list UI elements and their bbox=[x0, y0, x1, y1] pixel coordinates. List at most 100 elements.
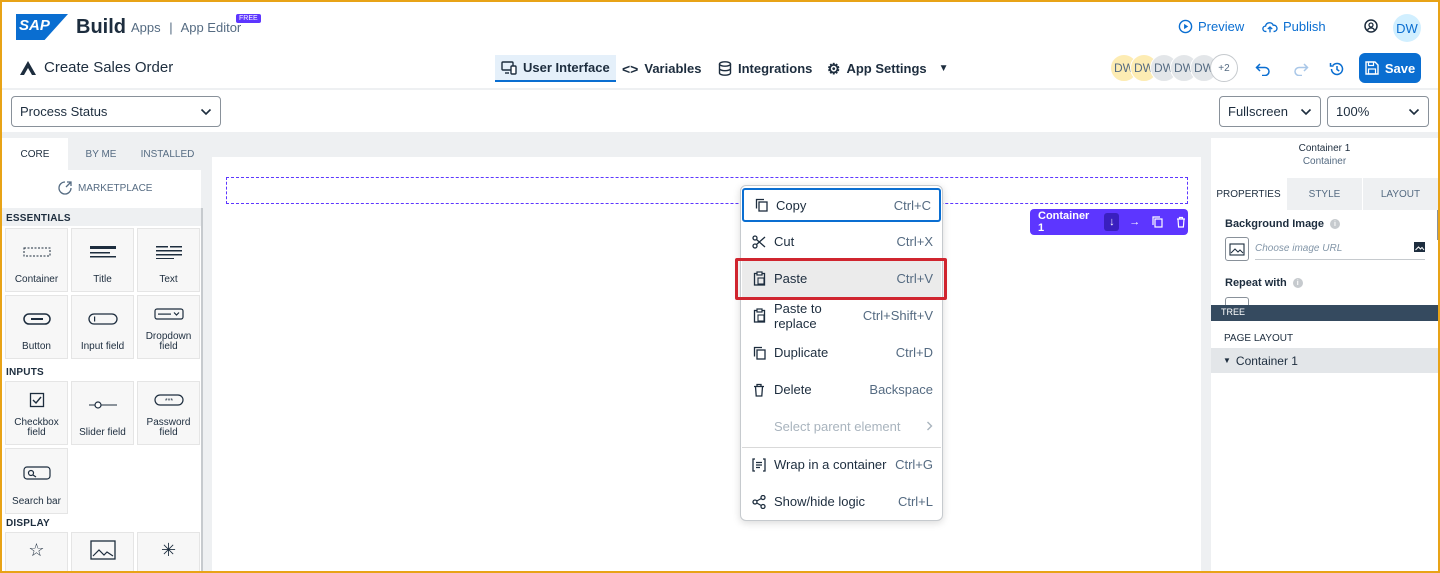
label-text: Background Image bbox=[1225, 218, 1325, 230]
duplicate-icon bbox=[750, 346, 768, 360]
tree-item-container-1[interactable]: ▼ Container 1 bbox=[1211, 348, 1438, 373]
more-collaborators-badge[interactable]: +2 bbox=[1210, 54, 1238, 82]
component-checkbox-field[interactable]: Checkbox field bbox=[5, 381, 68, 445]
label-text: Repeat with bbox=[1225, 277, 1287, 289]
menu-label: Delete bbox=[774, 382, 812, 397]
tree-item-label: Container 1 bbox=[1235, 353, 1298, 368]
component-title[interactable]: Title bbox=[71, 228, 134, 292]
component-button[interactable]: Button bbox=[5, 295, 68, 359]
component-spinner[interactable]: ✳ bbox=[137, 532, 200, 573]
tab-variables[interactable]: <> Variables bbox=[616, 55, 707, 82]
feedback-icon[interactable] bbox=[1362, 18, 1380, 39]
image-preview-icon[interactable] bbox=[1225, 237, 1249, 261]
trash-icon[interactable] bbox=[1173, 216, 1188, 228]
component-label: Password field bbox=[146, 417, 191, 438]
undo-icon[interactable] bbox=[1252, 58, 1274, 80]
menu-item-select-parent: Select parent element bbox=[742, 408, 941, 445]
info-icon[interactable]: i bbox=[1330, 219, 1341, 229]
component-dropdown-field[interactable]: Dropdown field bbox=[137, 295, 200, 359]
component-label: Search bar bbox=[12, 496, 61, 507]
arrow-right-icon[interactable]: → bbox=[1127, 216, 1142, 228]
code-icon: <> bbox=[622, 60, 639, 77]
properties-panel: Container 1 Container PROPERTIES STYLE L… bbox=[1211, 138, 1438, 573]
component-password-field[interactable]: *** Password field bbox=[137, 381, 200, 445]
menu-item-paste-to-replace[interactable]: Paste to replace Ctrl+Shift+V bbox=[742, 297, 941, 334]
tab-properties[interactable]: PROPERTIES bbox=[1211, 178, 1286, 210]
menu-item-wrap-in-container[interactable]: Wrap in a container Ctrl+G bbox=[742, 446, 941, 483]
paste-icon bbox=[750, 308, 768, 323]
component-slider-field[interactable]: Slider field bbox=[71, 381, 134, 445]
tab-app-settings[interactable]: ⚙ App Settings ▼ bbox=[821, 55, 955, 82]
menu-label: Cut bbox=[774, 234, 795, 249]
zoom-select[interactable]: 100% bbox=[1327, 96, 1429, 127]
copy-icon[interactable] bbox=[1150, 216, 1165, 228]
cloud-upload-icon bbox=[1262, 21, 1278, 32]
button-icon bbox=[22, 296, 51, 342]
view-mode-select[interactable]: Fullscreen bbox=[1219, 96, 1321, 127]
floppy-disk-icon bbox=[1365, 61, 1379, 75]
component-label: Title bbox=[93, 274, 112, 285]
save-button[interactable]: Save bbox=[1359, 53, 1421, 83]
tab-integrations[interactable]: Integrations bbox=[712, 55, 818, 82]
section-inputs: INPUTS bbox=[6, 367, 44, 378]
tab-installed[interactable]: INSTALLED bbox=[134, 138, 201, 170]
marketplace-link[interactable]: MARKETPLACE bbox=[58, 181, 152, 195]
redo-icon[interactable] bbox=[1290, 58, 1312, 80]
tab-style[interactable]: STYLE bbox=[1287, 178, 1362, 210]
menu-shortcut: Ctrl+C bbox=[893, 197, 931, 213]
caret-down-icon[interactable]: ▼ bbox=[1223, 356, 1231, 365]
context-menu: Copy Ctrl+C Cut Ctrl+X Paste Ctrl+V Past… bbox=[740, 185, 943, 521]
history-icon[interactable] bbox=[1326, 58, 1348, 80]
component-text[interactable]: Text bbox=[137, 228, 200, 292]
chevron-right-icon bbox=[926, 419, 933, 434]
select-child-icon[interactable]: ↓ bbox=[1104, 213, 1120, 231]
component-input-field[interactable]: Input field bbox=[71, 295, 134, 359]
component-image[interactable] bbox=[71, 532, 134, 573]
menu-item-cut[interactable]: Cut Ctrl+X bbox=[742, 223, 941, 260]
menu-item-copy[interactable]: Copy Ctrl+C bbox=[742, 188, 941, 222]
input-field-icon bbox=[87, 296, 118, 342]
brand-name: Build bbox=[76, 16, 126, 38]
publish-button[interactable]: Publish bbox=[1262, 19, 1326, 34]
password-field-icon: *** bbox=[153, 382, 184, 418]
image-url-input[interactable]: Choose image URL bbox=[1255, 238, 1425, 260]
free-badge: FREE bbox=[236, 14, 261, 23]
app-title: Create Sales Order bbox=[20, 59, 173, 76]
image-url-placeholder: Choose image URL bbox=[1255, 243, 1343, 254]
right-panel-scrollbar[interactable] bbox=[1437, 210, 1439, 240]
tab-user-interface[interactable]: User Interface bbox=[495, 55, 616, 82]
menu-shortcut: Ctrl+D bbox=[895, 345, 933, 360]
selected-container[interactable] bbox=[226, 177, 1188, 204]
save-label: Save bbox=[1384, 60, 1416, 76]
repeat-icon[interactable] bbox=[1225, 297, 1249, 305]
menu-item-delete[interactable]: Delete Backspace bbox=[742, 371, 941, 408]
menu-item-show-hide-logic[interactable]: Show/hide logic Ctrl+L bbox=[742, 483, 941, 520]
page-layout-label: PAGE LAYOUT bbox=[1224, 333, 1294, 344]
copy-icon bbox=[752, 198, 770, 212]
tab-core[interactable]: CORE bbox=[2, 138, 68, 170]
menu-item-duplicate[interactable]: Duplicate Ctrl+D bbox=[742, 334, 941, 371]
component-panel: CORE BY ME INSTALLED MARKETPLACE ESSENTI… bbox=[2, 138, 201, 573]
search-bar-icon bbox=[22, 449, 51, 497]
user-avatar[interactable]: DW bbox=[1393, 14, 1421, 42]
component-label: Slider field bbox=[79, 427, 126, 438]
component-label: Checkbox field bbox=[14, 417, 59, 438]
component-search-bar[interactable]: Search bar bbox=[5, 448, 68, 514]
page-select[interactable]: Process Status bbox=[11, 96, 221, 127]
menu-label: Copy bbox=[776, 197, 807, 213]
selected-element-title: Container 1 bbox=[1298, 143, 1351, 154]
checkbox-icon bbox=[29, 382, 45, 418]
app-logo-icon bbox=[20, 60, 36, 75]
tab-by-me[interactable]: BY ME bbox=[68, 138, 134, 170]
component-icon[interactable]: ☆ bbox=[5, 532, 68, 573]
tab-layout[interactable]: LAYOUT bbox=[1363, 178, 1438, 210]
breadcrumb-app-editor[interactable]: App Editor bbox=[181, 20, 242, 35]
component-container[interactable]: Container bbox=[5, 228, 68, 292]
preview-button[interactable]: Preview bbox=[1178, 19, 1244, 34]
info-icon[interactable]: i bbox=[1292, 278, 1303, 288]
chevron-down-icon bbox=[1408, 104, 1420, 119]
tree-header[interactable]: TREE bbox=[1211, 305, 1438, 321]
component-label: Text bbox=[159, 274, 178, 285]
image-picker-icon[interactable] bbox=[1414, 242, 1425, 255]
breadcrumb-apps[interactable]: Apps bbox=[131, 20, 161, 35]
